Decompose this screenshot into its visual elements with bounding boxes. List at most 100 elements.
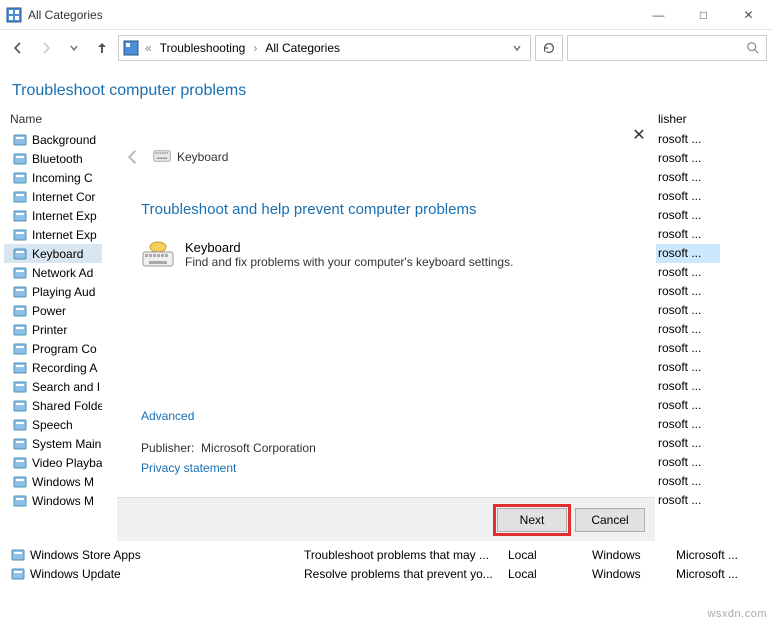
item-icon [12, 151, 28, 167]
wizard-back-button[interactable] [121, 145, 145, 169]
list-item[interactable]: Bluetooth [4, 149, 102, 168]
item-icon [10, 547, 26, 563]
wizard-item-desc: Find and fix problems with your computer… [185, 255, 513, 269]
row-desc: Resolve problems that prevent yo... [304, 567, 504, 581]
publisher-cell: rosoft ... [656, 130, 720, 149]
item-label: Search and I [32, 380, 100, 394]
item-icon [12, 208, 28, 224]
publisher-list: rosoft ...rosoft ...rosoft ...rosoft ...… [656, 130, 720, 510]
search-icon [746, 41, 760, 55]
list-item[interactable]: Recording A [4, 358, 102, 377]
publisher-cell: rosoft ... [656, 434, 720, 453]
item-icon [12, 379, 28, 395]
item-label: Internet Cor [32, 190, 95, 204]
list-item[interactable]: Playing Aud [4, 282, 102, 301]
publisher-column: lisher rosoft ...rosoft ...rosoft ...ros… [656, 108, 720, 510]
window-buttons: — □ ✕ [636, 1, 771, 29]
item-label: Power [32, 304, 66, 318]
list-item[interactable]: Internet Cor [4, 187, 102, 206]
cancel-button[interactable]: Cancel [575, 508, 645, 532]
watermark: wsxdn.com [707, 608, 767, 620]
breadcrumb-sep-icon: « [143, 41, 154, 55]
list-item[interactable]: Search and I [4, 377, 102, 396]
troubleshooter-list[interactable]: Background Bluetooth Incoming C Internet Co… [4, 130, 102, 510]
list-item[interactable]: Video Playba [4, 453, 102, 472]
item-label: Network Ad [32, 266, 93, 280]
row-category: Windows [592, 548, 672, 562]
publisher-row: Publisher: Microsoft Corporation [141, 441, 631, 455]
item-icon [12, 360, 28, 376]
forward-button[interactable] [34, 36, 58, 60]
list-item[interactable]: Keyboard [4, 244, 102, 263]
list-item[interactable]: System Main [4, 434, 102, 453]
toolbar: « Troubleshooting › All Categories [0, 30, 773, 66]
maximize-button[interactable]: □ [681, 1, 726, 29]
publisher-cell: rosoft ... [656, 244, 720, 263]
col-header-name[interactable]: Name [4, 108, 102, 130]
breadcrumb[interactable]: « Troubleshooting › All Categories [118, 35, 531, 61]
item-icon [12, 303, 28, 319]
item-label: Video Playba [32, 456, 102, 470]
list-item[interactable]: Shared Folde [4, 396, 102, 415]
back-button[interactable] [6, 36, 30, 60]
troubleshooter-wizard: ✕ Keyboard Troubleshoot and help prevent… [116, 140, 656, 542]
name-column: Name Background Bluetooth Incoming C Intern… [4, 108, 102, 510]
titlebar: All Categories — □ ✕ [0, 0, 773, 30]
window-title: All Categories [28, 8, 636, 22]
chevron-right-icon: › [251, 41, 259, 55]
breadcrumb-seg-1[interactable]: Troubleshooting [158, 39, 248, 57]
item-icon [12, 246, 28, 262]
item-label: Keyboard [32, 247, 83, 261]
list-item[interactable]: Speech [4, 415, 102, 434]
up-button[interactable] [90, 36, 114, 60]
wizard-body: Troubleshoot and help prevent computer p… [117, 175, 655, 497]
list-item[interactable]: Power [4, 301, 102, 320]
row-publisher: Microsoft ... [676, 567, 756, 581]
recent-dropdown[interactable] [62, 36, 86, 60]
publisher-cell: rosoft ... [656, 263, 720, 282]
col-header-publisher[interactable]: lisher [656, 108, 720, 130]
item-icon [12, 322, 28, 338]
item-icon [12, 341, 28, 357]
list-item[interactable]: Internet Exp [4, 206, 102, 225]
list-item[interactable]: Windows M [4, 472, 102, 491]
item-icon [12, 189, 28, 205]
item-label: Program Co [32, 342, 97, 356]
list-item[interactable]: Printer [4, 320, 102, 339]
privacy-link[interactable]: Privacy statement [141, 461, 631, 475]
close-button[interactable]: ✕ [726, 1, 771, 29]
minimize-button[interactable]: — [636, 1, 681, 29]
item-icon [12, 436, 28, 452]
item-label: Printer [32, 323, 67, 337]
list-item[interactable]: Background [4, 130, 102, 149]
advanced-link[interactable]: Advanced [141, 409, 631, 423]
breadcrumb-seg-2[interactable]: All Categories [263, 39, 342, 57]
control-panel-icon [123, 40, 139, 56]
breadcrumb-dropdown-icon[interactable] [508, 43, 526, 53]
item-label: Bluetooth [32, 152, 83, 166]
publisher-cell: rosoft ... [656, 301, 720, 320]
publisher-label: Publisher: [141, 441, 194, 455]
list-item[interactable]: Incoming C [4, 168, 102, 187]
publisher-cell: rosoft ... [656, 491, 720, 510]
list-item[interactable]: Windows M [4, 491, 102, 510]
wizard-close-button[interactable]: ✕ [627, 123, 651, 147]
next-button[interactable]: Next [497, 508, 567, 532]
row-name: Windows Update [30, 567, 121, 581]
table-row[interactable]: Windows Update Resolve problems that prev… [0, 564, 773, 583]
refresh-button[interactable] [535, 35, 563, 61]
item-icon [12, 265, 28, 281]
row-category: Windows [592, 567, 672, 581]
list-item[interactable]: Program Co [4, 339, 102, 358]
item-label: Internet Exp [32, 209, 97, 223]
list-item[interactable]: Internet Exp [4, 225, 102, 244]
list-item[interactable]: Network Ad [4, 263, 102, 282]
item-label: Playing Aud [32, 285, 95, 299]
row-name: Windows Store Apps [30, 548, 141, 562]
row-location: Local [508, 548, 588, 562]
item-label: Windows M [32, 494, 94, 508]
search-input[interactable] [567, 35, 767, 61]
table-row[interactable]: Windows Store AppsTroubleshoot problems … [0, 545, 773, 564]
wizard-item-name: Keyboard [185, 240, 513, 255]
item-icon [12, 398, 28, 414]
